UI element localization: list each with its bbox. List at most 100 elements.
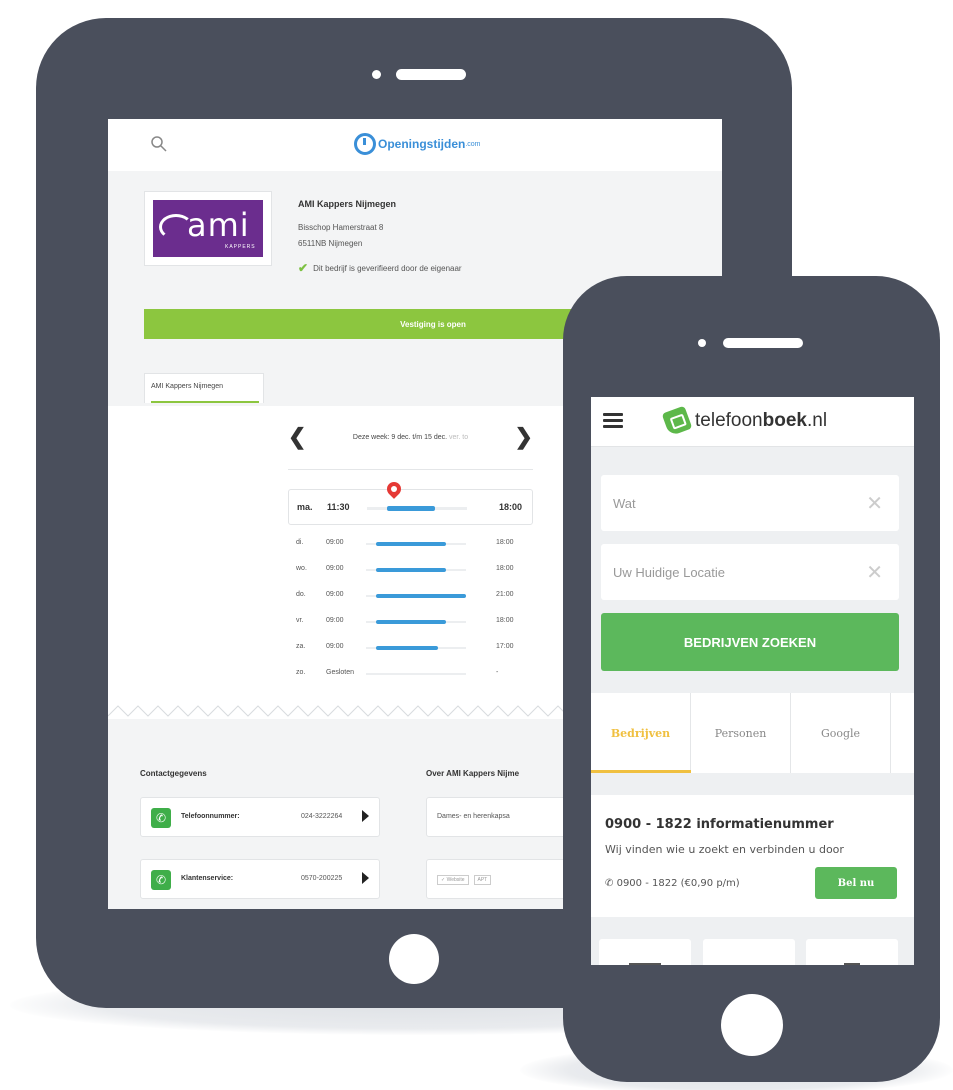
what-input[interactable]: Wat ✕ [601, 475, 899, 531]
phone-icon: ✆ [605, 878, 614, 889]
result-card[interactable]: 0900 - 1822 informatienummer Wij vinden … [591, 795, 914, 917]
phonebook-logo-icon [661, 405, 693, 437]
result-phone: ✆ 0900 - 1822 (€0,90 p/m) [605, 878, 740, 889]
map-pin-icon [384, 479, 404, 499]
clear-location-icon[interactable]: ✕ [866, 560, 883, 584]
result-tabs: Bedrijven Personen Google [591, 693, 914, 773]
hours-close: 21:00 [496, 591, 514, 598]
search-icon[interactable] [150, 135, 168, 153]
check-icon: ✔ [298, 261, 309, 275]
hours-close: 17:00 [496, 643, 514, 650]
play-arrow-icon [362, 872, 369, 884]
site-logo[interactable]: Openingstijden .com [354, 131, 481, 157]
today-hours-row: ma. 11:30 18:00 [288, 479, 533, 525]
hours-row: vr. 09:00 18:00 [296, 615, 533, 629]
today-close: 18:00 [498, 502, 522, 512]
hours-close: 18:00 [496, 617, 514, 624]
phone-home-button[interactable] [721, 994, 783, 1056]
category-tile[interactable] [599, 939, 691, 965]
clear-what-icon[interactable]: ✕ [866, 491, 883, 515]
business-logo-box: ami KAPPERS [144, 191, 272, 266]
hours-open: 09:00 [326, 539, 344, 546]
verified-notice: ✔ Dit bedrijf is geverifieerd door de ei… [298, 261, 462, 275]
app-header: telefoonboek.nl [591, 397, 914, 447]
what-placeholder: Wat [613, 496, 636, 511]
week-label: Deze week: 9 dec. t/m 15 dec. ver. to [352, 433, 469, 441]
about-title: Over AMI Kappers Nijme [426, 769, 520, 778]
hours-row: wo. 09:00 18:00 [296, 563, 533, 577]
hours-fill [376, 542, 446, 546]
phone-camera [698, 339, 706, 347]
hours-day: wo. [296, 565, 307, 572]
phone-speaker [723, 338, 803, 348]
tablet-home-button[interactable] [389, 934, 439, 984]
contact-label: Telefoonnummer: [181, 813, 240, 820]
call-button[interactable]: Bel nu [815, 867, 897, 899]
tablet-camera [372, 70, 381, 79]
hours-row: di. 09:00 18:00 [296, 537, 533, 551]
hours-day: do. [296, 591, 306, 598]
hours-day: zo. [296, 669, 306, 676]
tab-bedrijven[interactable]: Bedrijven [591, 693, 691, 773]
hours-open: 09:00 [326, 591, 344, 598]
contact-phone-card[interactable]: ✆ Telefoonnummer: 024-3222264 [140, 797, 380, 837]
today-day: ma. [297, 502, 313, 512]
business-address-line1: Bisschop Hamerstraat 8 [298, 223, 384, 232]
tag: APT [473, 875, 492, 885]
hours-open: 09:00 [326, 617, 344, 624]
tablet-speaker [396, 69, 466, 80]
tag: ✓ Website [437, 875, 469, 885]
hours-close: 18:00 [496, 565, 514, 572]
phone-icon: ✆ [151, 808, 171, 828]
hours-fill [376, 646, 438, 650]
stage: Openingstijden .com ami KAPPERS AMI Kapp… [0, 0, 953, 1090]
hours-fill [376, 620, 446, 624]
play-arrow-icon [362, 810, 369, 822]
chevron-left-icon[interactable]: ❮ [288, 424, 306, 450]
contact-value: 0570-200225 [301, 875, 343, 882]
business-logo: ami KAPPERS [153, 200, 263, 257]
phone-device: telefoonboek.nl Wat ✕ Uw Huidige Locatie… [563, 276, 940, 1082]
verified-text: Dit bedrijf is geverifieerd door de eige… [313, 263, 462, 273]
tab-google[interactable]: Google [791, 693, 891, 773]
hours-open: 09:00 [326, 565, 344, 572]
hours-day: vr. [296, 617, 304, 624]
hours-open: Gesloten [326, 669, 355, 676]
site-logo-text: Openingstijden [378, 137, 466, 151]
hours-close: 18:00 [496, 539, 514, 546]
divider [288, 469, 533, 470]
clock-logo-icon [354, 133, 376, 155]
category-tile[interactable] [806, 939, 898, 965]
today-open: 11:30 [327, 502, 350, 512]
search-button[interactable]: BEDRIJVEN ZOEKEN [601, 613, 899, 671]
hours-fill [376, 594, 466, 598]
week-navigation: ❮ Deze week: 9 dec. t/m 15 dec. ver. to … [288, 424, 533, 450]
result-title: 0900 - 1822 informatienummer [605, 817, 834, 832]
business-address-line2: 6511NB Nijmegen [298, 239, 363, 248]
site-logo-suffix: .com [465, 140, 481, 148]
chevron-right-icon[interactable]: ❯ [515, 424, 533, 450]
location-input[interactable]: Uw Huidige Locatie ✕ [601, 544, 899, 600]
category-tile[interactable] [703, 939, 795, 965]
result-subtitle: Wij vinden wie u zoekt en verbinden u do… [605, 843, 844, 856]
hours-row: zo. Gesloten - [296, 667, 533, 681]
phone-screen: telefoonboek.nl Wat ✕ Uw Huidige Locatie… [591, 397, 914, 965]
app-logo-text: telefoonboek.nl [695, 410, 828, 431]
contact-label: Klantenservice: [181, 875, 234, 882]
contact-service-card[interactable]: ✆ Klantenservice: 0570-200225 [140, 859, 380, 899]
logo-subtext: KAPPERS [225, 244, 256, 250]
app-logo[interactable]: telefoonboek.nl [661, 405, 828, 437]
hours-day: za. [296, 643, 306, 650]
hours-row: do. 09:00 21:00 [296, 589, 533, 603]
logo-text: ami [187, 206, 250, 244]
phone-icon: ✆ [151, 870, 171, 890]
hours-open: 09:00 [326, 643, 344, 650]
tab-personen[interactable]: Personen [691, 693, 791, 773]
contact-title: Contactgegevens [140, 769, 207, 778]
tab-business[interactable]: AMI Kappers Nijmegen [144, 373, 264, 403]
site-header: Openingstijden .com [108, 119, 722, 171]
hours-close: - [496, 669, 499, 676]
hamburger-menu-icon[interactable] [603, 413, 623, 429]
hours-track [366, 673, 466, 675]
hours-day: di. [296, 539, 304, 546]
